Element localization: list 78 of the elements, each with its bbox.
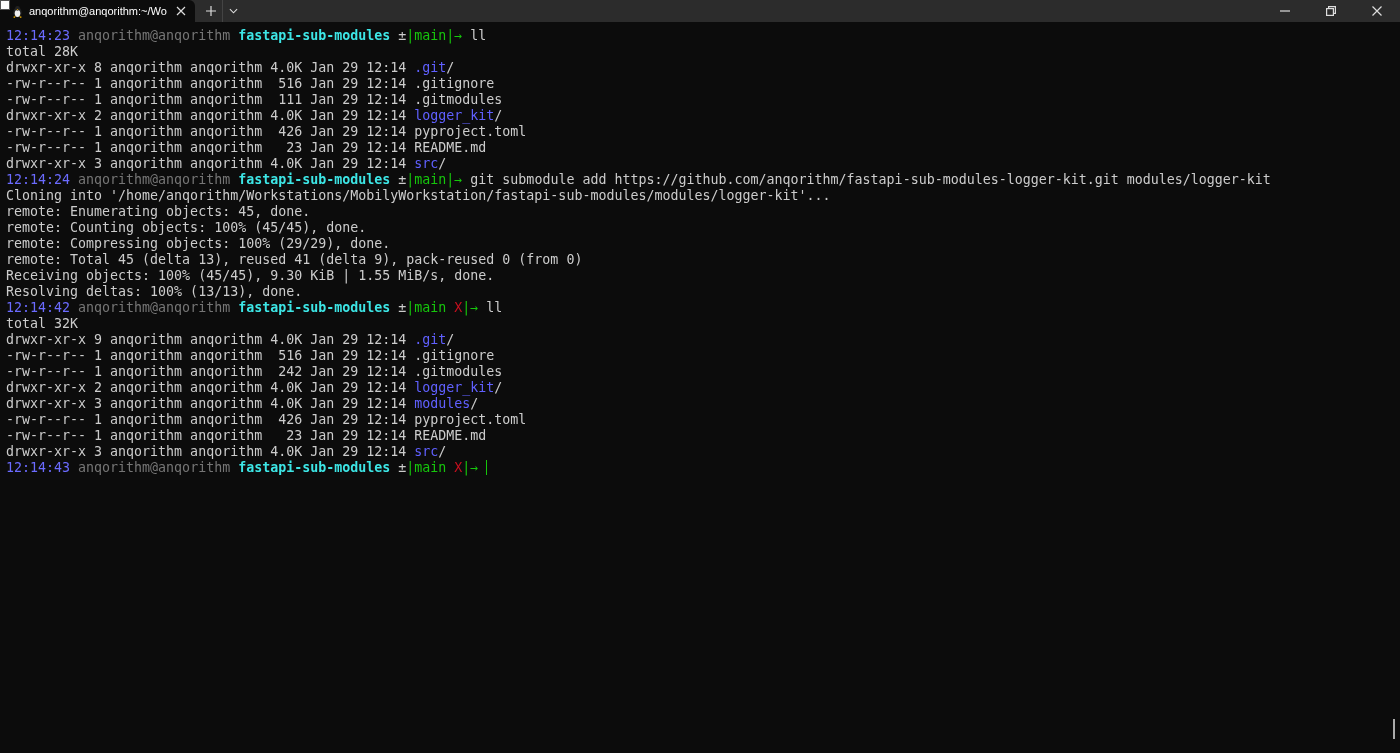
output-text: -rw-r--r-- 1 anqorithm anqorithm 242 Jan 29 12:14 .gitmodules [6,364,503,380]
restore-icon [1326,6,1336,16]
directory-name: .git [413,332,447,348]
output-text: remote: Total 45 (delta 13), reused 41 (delta 9), pack-reused 0 (from 0) [6,252,583,268]
output-text: / [438,156,447,172]
output-text: total 28K [6,44,79,60]
output-text: drwxr-xr-x 2 anqorithm anqorithm 4.0K Jan 29 12:14 [6,380,407,396]
prompt-user: anqorithm@anqorithm [77,300,231,316]
dirty-marker: X [453,300,463,316]
git-symbol: ± [397,172,407,188]
output-text: -rw-r--r-- 1 anqorithm anqorithm 23 Jan 29 12:14 README.md [6,428,487,444]
output-text: Receiving objects: 100% (45/45), 9.30 KiB | 1.55 MiB/s, done. [6,268,495,284]
directory-name: logger_kit [413,108,495,124]
prompt-arrow: |→ [446,28,463,44]
close-icon [1372,6,1382,16]
prompt-time: 12:14:42 [6,300,71,316]
prompt-directory: fastapi-sub-modules [237,172,391,188]
prompt-user: anqorithm@anqorithm [77,172,231,188]
prompt-arrow: |→ [462,300,479,316]
output-text: drwxr-xr-x 3 anqorithm anqorithm 4.0K Jan 29 12:14 [6,156,407,172]
prompt-arrow: |→ [462,460,479,476]
scrollbar[interactable] [1393,719,1395,739]
output-text: drwxr-xr-x 8 anqorithm anqorithm 4.0K Jan 29 12:14 [6,60,407,76]
dirty-marker: X [453,460,463,476]
prompt-directory: fastapi-sub-modules [237,28,391,44]
output-text: drwxr-xr-x 3 anqorithm anqorithm 4.0K Jan 29 12:14 [6,444,407,460]
output-text: / [470,396,479,412]
terminal-tab[interactable]: anqorithm@anqorithm:~/Wo [0,0,195,22]
git-branch: |main [406,172,447,188]
prompt-time: 12:14:23 [6,28,71,44]
output-text: / [446,332,455,348]
output-text: / [446,60,455,76]
directory-name: src [413,156,439,172]
git-symbol: ± [397,28,407,44]
directory-name: modules [413,396,471,412]
prompt-directory: fastapi-sub-modules [237,300,391,316]
git-symbol: ± [397,300,407,316]
prompt-time: 12:14:43 [6,460,71,476]
plus-icon [206,6,217,16]
output-text: -rw-r--r-- 1 anqorithm anqorithm 516 Jan 29 12:14 .gitignore [6,76,495,92]
git-branch: |main [406,300,447,316]
directory-name: src [413,444,439,460]
output-text: total 32K [6,316,79,332]
caret-icon [229,8,239,14]
command-text: ll [485,300,503,316]
command-text: ll [469,28,487,44]
output-text: remote: Enumerating objects: 45, done. [6,204,311,220]
output-text: -rw-r--r-- 1 anqorithm anqorithm 426 Jan 29 12:14 pyproject.toml [6,412,527,428]
close-icon [175,6,186,16]
prompt-time: 12:14:24 [6,172,71,188]
penguin-icon [12,4,23,18]
tab-title: anqorithm@anqorithm:~/Wo [29,5,167,17]
git-branch: |main [406,28,447,44]
output-text: / [438,444,447,460]
prompt-arrow: |→ [446,172,463,188]
text-cursor [486,460,488,475]
output-text: / [494,380,503,396]
output-text: -rw-r--r-- 1 anqorithm anqorithm 426 Jan 29 12:14 pyproject.toml [6,124,527,140]
output-text: -rw-r--r-- 1 anqorithm anqorithm 111 Jan 29 12:14 .gitmodules [6,92,503,108]
output-text: Cloning into '/home/anqorithm/Workstations/MobilyWorkstation/fastapi-sub-modules/modules/logger-kit'... [6,188,831,204]
command-text: git submodule add https://github.com/anqorithm/fastapi-sub-modules-logger-kit.git modules/logger-kit [469,172,1271,188]
output-text: -rw-r--r-- 1 anqorithm anqorithm 516 Jan 29 12:14 .gitignore [6,348,495,364]
git-symbol: ± [397,460,407,476]
output-text: remote: Compressing objects: 100% (29/29), done. [6,236,391,252]
output-text: -rw-r--r-- 1 anqorithm anqorithm 23 Jan 29 12:14 README.md [6,140,487,156]
output-text: remote: Counting objects: 100% (45/45), done. [6,220,367,236]
prompt-user: anqorithm@anqorithm [77,28,231,44]
output-text: drwxr-xr-x 3 anqorithm anqorithm 4.0K Jan 29 12:14 [6,396,407,412]
prompt-user: anqorithm@anqorithm [77,460,231,476]
git-branch: |main [406,460,447,476]
output-text: / [494,108,503,124]
output-text: drwxr-xr-x 9 anqorithm anqorithm 4.0K Jan 29 12:14 [6,332,407,348]
directory-name: .git [413,60,447,76]
window-icon [0,0,10,10]
output-text: Resolving deltas: 100% (13/13), done. [6,284,303,300]
directory-name: logger_kit [413,380,495,396]
output-text: drwxr-xr-x 2 anqorithm anqorithm 4.0K Jan 29 12:14 [6,108,407,124]
prompt-directory: fastapi-sub-modules [237,460,391,476]
